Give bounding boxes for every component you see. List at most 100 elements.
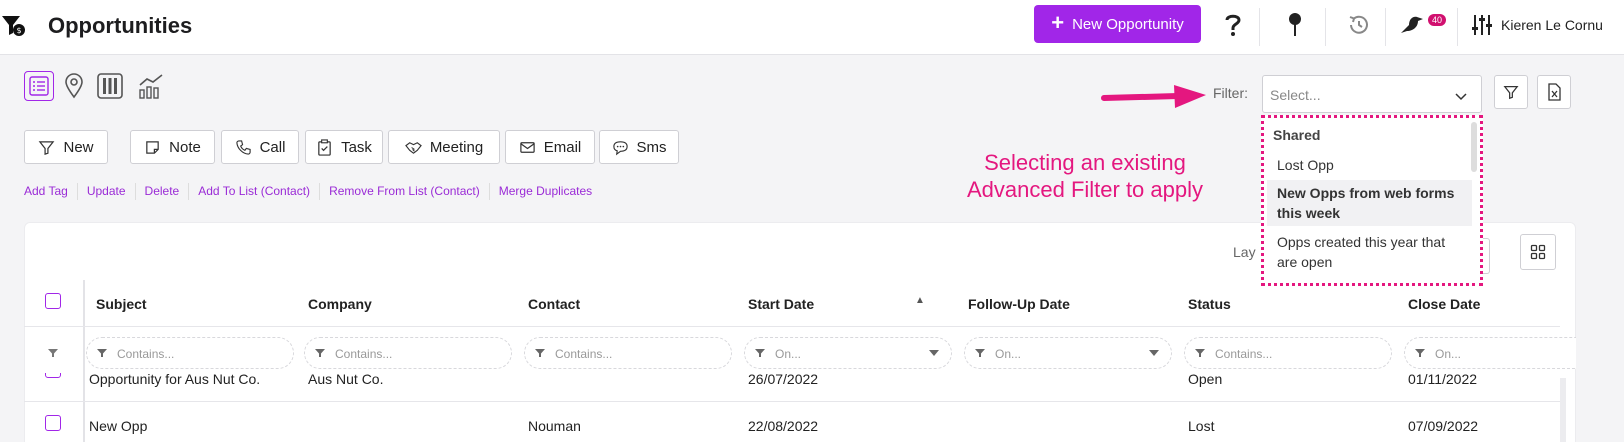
- column-header-close-date[interactable]: Close Date: [1408, 296, 1480, 312]
- sort-ascending-icon[interactable]: ▲: [915, 295, 925, 306]
- meeting-button[interactable]: Meeting: [388, 130, 500, 164]
- grid-layout-icon: [1530, 244, 1546, 260]
- page-title: Opportunities: [48, 13, 193, 38]
- settings-sliders-icon[interactable]: [1462, 8, 1502, 42]
- new-action-button[interactable]: New: [24, 130, 108, 164]
- cell-subject[interactable]: Opportunity for Aus Nut Co.: [89, 373, 260, 387]
- filter-icon: [97, 349, 107, 357]
- pointer-arrow: [1101, 85, 1206, 108]
- column-header-follow-up-date[interactable]: Follow-Up Date: [968, 296, 1070, 312]
- divider: [1325, 8, 1326, 46]
- cell-start-date: 22/08/2022: [748, 418, 819, 434]
- chat-bubble-icon: [612, 140, 628, 155]
- row-checkbox[interactable]: [45, 373, 61, 378]
- filter-icon: [975, 349, 985, 357]
- caret-down-icon: [1149, 350, 1159, 356]
- list-view-icon[interactable]: [24, 71, 54, 101]
- cell-status: Lost: [1188, 418, 1215, 434]
- bulk-action-links: Add Tag Update Delete Add To List (Conta…: [24, 183, 601, 200]
- filter-select[interactable]: Select...: [1262, 75, 1482, 113]
- history-icon[interactable]: [1339, 8, 1379, 42]
- grid-body: Opportunity for Aus Nut Co. Aus Nut Co. …: [0, 373, 1560, 442]
- sms-label: Sms: [636, 138, 667, 156]
- clipboard-check-icon: [318, 138, 331, 156]
- column-header-start-date[interactable]: Start Date: [748, 296, 814, 312]
- bird-notifications-icon[interactable]: [1392, 8, 1432, 42]
- notification-badge: 40: [1428, 14, 1447, 26]
- filter-placeholder: Contains...: [335, 347, 393, 361]
- filter-placeholder: On...: [995, 347, 1022, 361]
- task-button[interactable]: Task: [305, 130, 383, 164]
- contact-filter-input[interactable]: Contains...: [524, 337, 732, 369]
- map-view-icon[interactable]: [59, 71, 89, 101]
- handshake-icon: [404, 141, 422, 154]
- top-bar: $ Opportunities + New Opportunity 40 Kie…: [0, 0, 1624, 55]
- call-label: Call: [259, 138, 286, 156]
- add-to-list-link[interactable]: Add To List (Contact): [188, 183, 319, 200]
- merge-duplicates-link[interactable]: Merge Duplicates: [488, 183, 601, 200]
- row-checkbox[interactable]: [45, 415, 61, 431]
- close-date-filter-input[interactable]: On...: [1404, 337, 1576, 369]
- update-link[interactable]: Update: [76, 183, 135, 200]
- delete-link[interactable]: Delete: [134, 183, 189, 200]
- select-all-checkbox[interactable]: [45, 293, 61, 309]
- dropdown-option[interactable]: Lost Opp: [1267, 153, 1472, 177]
- email-label: Email: [543, 138, 582, 156]
- excel-file-icon: [1548, 83, 1561, 101]
- plus-icon: +: [1051, 10, 1065, 35]
- follow-up-date-filter-input[interactable]: On...: [964, 337, 1172, 369]
- subject-filter-input[interactable]: Contains...: [86, 337, 294, 369]
- filter-label: Filter:: [1213, 85, 1248, 101]
- filter-row-icon: [48, 349, 58, 357]
- filter-icon: [315, 349, 325, 357]
- kanban-view-icon[interactable]: [95, 71, 125, 101]
- divider: [1385, 8, 1386, 46]
- cell-subject[interactable]: New Opp: [89, 418, 147, 434]
- export-excel-button[interactable]: [1537, 75, 1571, 109]
- company-filter-input[interactable]: Contains...: [304, 337, 512, 369]
- add-tag-link[interactable]: Add Tag: [24, 183, 77, 200]
- dropdown-option[interactable]: New Opps from web forms this week: [1267, 180, 1472, 226]
- email-button[interactable]: Email: [505, 130, 595, 164]
- note-icon: [146, 140, 159, 154]
- filter-icon: [1415, 349, 1425, 357]
- layout-label: Lay: [1233, 244, 1256, 260]
- column-header-contact[interactable]: Contact: [528, 296, 580, 312]
- cell-contact: Nouman: [528, 418, 581, 434]
- annotation-text: Selecting an existing Advanced Filter to…: [966, 150, 1204, 202]
- filter-icon: [39, 140, 55, 155]
- column-header-subject[interactable]: Subject: [96, 296, 147, 312]
- new-opportunity-label: New Opportunity: [1072, 15, 1184, 33]
- row-divider: [24, 401, 1560, 402]
- filter-placeholder: Contains...: [1215, 347, 1273, 361]
- note-button[interactable]: Note: [130, 130, 215, 164]
- filter-icon: [535, 349, 545, 357]
- opportunities-filter-logo-icon: $: [0, 12, 28, 40]
- filter-placeholder: Contains...: [555, 347, 613, 361]
- sms-button[interactable]: Sms: [599, 130, 679, 164]
- help-icon[interactable]: [1213, 8, 1253, 42]
- filter-placeholder: On...: [775, 347, 802, 361]
- divider: [1259, 8, 1260, 46]
- pin-icon[interactable]: [1275, 8, 1315, 42]
- filter-icon: [1195, 349, 1205, 357]
- note-label: Note: [169, 138, 201, 156]
- grid-settings-button[interactable]: [1520, 234, 1556, 270]
- status-filter-input[interactable]: Contains...: [1184, 337, 1392, 369]
- divider: [1457, 8, 1458, 46]
- column-header-status[interactable]: Status: [1188, 296, 1231, 312]
- filter-placeholder: Select...: [1270, 87, 1321, 103]
- chart-view-icon[interactable]: [136, 71, 166, 101]
- call-button[interactable]: Call: [221, 130, 299, 164]
- new-opportunity-button[interactable]: + New Opportunity: [1034, 5, 1201, 43]
- dropdown-option[interactable]: Opps created this year that are open: [1267, 230, 1472, 276]
- user-name[interactable]: Kieren Le Cornu: [1501, 17, 1603, 33]
- start-date-filter-input[interactable]: On...: [744, 337, 952, 369]
- remove-from-list-link[interactable]: Remove From List (Contact): [319, 183, 489, 200]
- envelope-icon: [520, 141, 535, 153]
- grid-scrollbar[interactable]: [1560, 378, 1566, 442]
- row-divider: [24, 326, 1560, 327]
- cell-status: Open: [1188, 373, 1223, 387]
- advanced-filter-button[interactable]: [1494, 75, 1528, 109]
- column-header-company[interactable]: Company: [308, 296, 372, 312]
